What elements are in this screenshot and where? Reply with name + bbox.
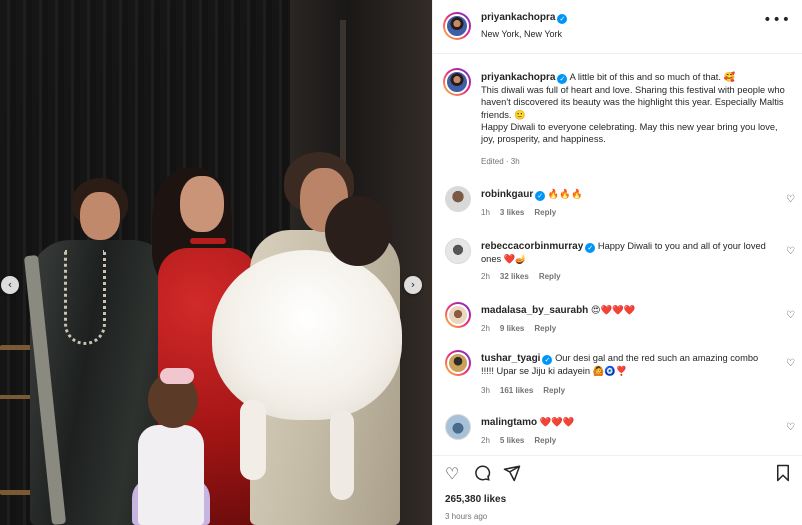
comment-body: rebeccacorbinmurray ✓ Happy Diwali to you… (481, 240, 771, 265)
photo-hair (325, 196, 391, 266)
heart-icon[interactable]: ♡ (786, 246, 795, 257)
comment-body: madalasa_by_saurabh 😍❤️❤️❤️ (481, 304, 771, 317)
photo-face (180, 176, 224, 232)
avatar[interactable] (443, 12, 471, 40)
avatar[interactable] (443, 68, 471, 96)
photo-leg (330, 410, 354, 500)
comment-meta: 2h 5 likes Reply (481, 436, 566, 445)
photo-child-white-dress (212, 250, 402, 420)
verified-badge-icon: ✓ (535, 191, 546, 201)
photo-child-girl (138, 425, 204, 525)
comment-likes[interactable]: 9 likes (500, 324, 524, 333)
caption-text: priyankachopra ✓ A little bit of this and… (481, 71, 793, 145)
comment-likes[interactable]: 5 likes (500, 436, 524, 445)
comment-meta: 2h 32 likes Reply (481, 272, 571, 281)
verified-badge-icon: ✓ (557, 74, 568, 84)
photo-leg (240, 400, 266, 480)
post-timestamp: 3 hours ago (445, 512, 488, 521)
post-side-panel: priyankachopra ✓ New York, New York ••• p… (432, 0, 802, 525)
share-icon[interactable] (503, 464, 521, 486)
verified-badge-icon: ✓ (585, 243, 596, 253)
heart-icon[interactable]: ♡ (786, 358, 795, 369)
comment-meta: 1h 3 likes Reply (481, 208, 566, 217)
comment-likes[interactable]: 161 likes (500, 386, 533, 395)
chevron-left-icon[interactable]: ‹ (1, 276, 19, 294)
comment-body: robinkgaur ✓ 🔥🔥🔥 (481, 188, 771, 201)
comment-text: ❤️❤️❤️ (539, 417, 575, 427)
photo-face (80, 192, 120, 240)
post-author: priyankachopra ✓ (481, 12, 568, 24)
reply-button[interactable]: Reply (534, 436, 556, 445)
comment-item: tushar_tyagi ✓ Our desi gal and the red s… (433, 350, 802, 400)
username-link[interactable]: priyankachopra (481, 12, 555, 23)
comment-time: 2h (481, 324, 490, 333)
comment-time: 1h (481, 208, 490, 217)
avatar[interactable] (445, 414, 471, 440)
photo-choker (190, 238, 226, 244)
reply-button[interactable]: Reply (534, 324, 556, 333)
verified-badge-icon: ✓ (557, 14, 568, 24)
comment-item: madalasa_by_saurabh 😍❤️❤️❤️ 2h 9 likes Rep… (433, 302, 802, 352)
username-link[interactable]: madalasa_by_saurabh (481, 305, 588, 316)
heart-icon[interactable]: ♡ (786, 310, 795, 321)
comment-likes[interactable]: 32 likes (500, 272, 529, 281)
post-actions: ♡ 265,380 likes 3 hours ago (433, 455, 802, 525)
bookmark-icon[interactable] (775, 464, 791, 486)
post-header: priyankachopra ✓ New York, New York ••• (433, 0, 802, 54)
comment-icon[interactable] (473, 464, 491, 486)
comment-meta: 2h 9 likes Reply (481, 324, 566, 333)
comment-likes[interactable]: 3 likes (500, 208, 524, 217)
caption-meta: Edited · 3h (481, 157, 520, 166)
likes-count[interactable]: 265,380 likes (445, 494, 506, 505)
more-options-icon[interactable]: ••• (763, 12, 791, 28)
comment-body: tushar_tyagi ✓ Our desi gal and the red s… (481, 352, 771, 377)
heart-icon[interactable]: ♡ (786, 422, 795, 433)
post-photo[interactable]: ‹ › (0, 0, 432, 525)
username-link[interactable]: robinkgaur (481, 189, 533, 200)
comment-time: 3h (481, 386, 490, 395)
comment-time: 2h (481, 272, 490, 281)
comment-text: 😍❤️❤️❤️ (590, 305, 636, 315)
reply-button[interactable]: Reply (539, 272, 561, 281)
comment-time: 2h (481, 436, 490, 445)
username-link[interactable]: tushar_tyagi (481, 353, 540, 364)
chevron-right-icon[interactable]: › (404, 276, 422, 294)
username-link[interactable]: rebeccacorbinmurray (481, 241, 583, 252)
comment-text: 🔥🔥🔥 (547, 189, 583, 199)
comment-item: rebeccacorbinmurray ✓ Happy Diwali to you… (433, 238, 802, 288)
username-link[interactable]: priyankachopra (481, 72, 555, 83)
photo-necklace (64, 250, 106, 345)
heart-icon[interactable]: ♡ (445, 464, 459, 483)
comment-body: malingtamo ❤️❤️❤️ (481, 416, 771, 429)
reply-button[interactable]: Reply (543, 386, 565, 395)
comment-item: robinkgaur ✓ 🔥🔥🔥 1h 3 likes Reply ♡ (433, 186, 802, 236)
reply-button[interactable]: Reply (534, 208, 556, 217)
verified-badge-icon: ✓ (542, 355, 553, 365)
avatar[interactable] (445, 238, 471, 264)
comment-meta: 3h 161 likes Reply (481, 386, 575, 395)
avatar[interactable] (445, 302, 471, 328)
photo-hair-bow (160, 368, 194, 384)
username-link[interactable]: malingtamo (481, 417, 537, 428)
location-link[interactable]: New York, New York (481, 29, 562, 39)
avatar[interactable] (445, 186, 471, 212)
avatar[interactable] (445, 350, 471, 376)
heart-icon[interactable]: ♡ (786, 194, 795, 205)
